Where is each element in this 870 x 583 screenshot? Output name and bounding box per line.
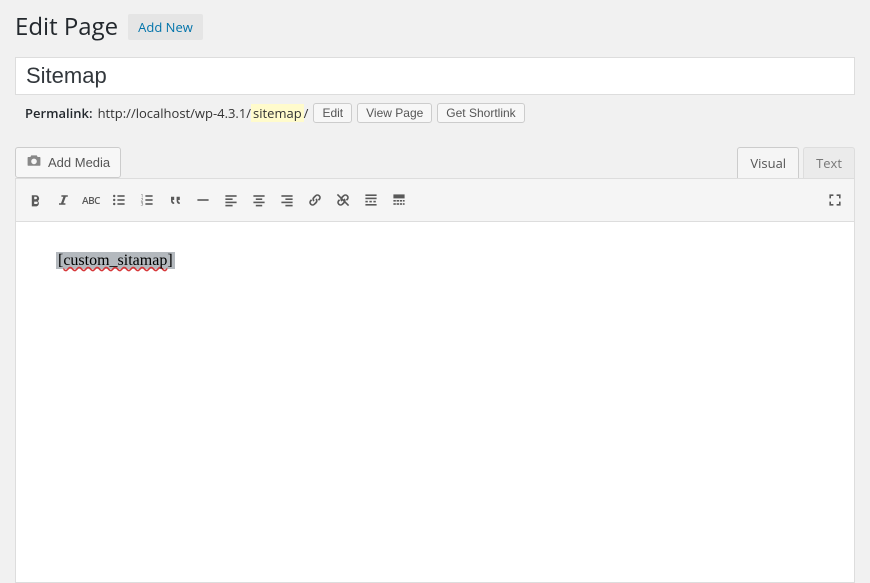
camera-music-icon xyxy=(26,153,42,172)
align-left-icon[interactable] xyxy=(218,187,244,213)
tab-visual[interactable]: Visual xyxy=(737,147,799,178)
permalink-label: Permalink: xyxy=(25,104,93,122)
link-icon[interactable] xyxy=(302,187,328,213)
strikethrough-icon[interactable]: ABC xyxy=(78,187,104,213)
get-shortlink-button[interactable]: Get Shortlink xyxy=(437,103,524,123)
horizontal-rule-icon[interactable] xyxy=(190,187,216,213)
add-media-button[interactable]: Add Media xyxy=(15,147,121,178)
editor-toolbar: ABC 123 xyxy=(15,178,855,222)
align-right-icon[interactable] xyxy=(274,187,300,213)
unlink-icon[interactable] xyxy=(330,187,356,213)
bold-icon[interactable] xyxy=(22,187,48,213)
bulleted-list-icon[interactable] xyxy=(106,187,132,213)
toolbar-toggle-icon[interactable] xyxy=(386,187,412,213)
blockquote-icon[interactable] xyxy=(162,187,188,213)
page-heading: Edit Page Add New xyxy=(15,10,855,43)
align-center-icon[interactable] xyxy=(246,187,272,213)
permalink-slug: sitemap xyxy=(251,104,304,122)
numbered-list-icon[interactable]: 123 xyxy=(134,187,160,213)
svg-text:3: 3 xyxy=(141,202,144,208)
add-new-button[interactable]: Add New xyxy=(128,14,203,40)
editor-tabs: Visual Text xyxy=(737,147,855,178)
fullscreen-icon[interactable] xyxy=(822,187,848,213)
italic-icon[interactable] xyxy=(50,187,76,213)
read-more-icon[interactable] xyxy=(358,187,384,213)
editor-content[interactable]: [custom_sitamap] xyxy=(15,222,855,583)
add-media-label: Add Media xyxy=(48,155,110,170)
post-title-input[interactable] xyxy=(15,57,855,95)
shortcode-text: [custom_sitamap] xyxy=(56,252,175,269)
permalink-url: http://localhost/wp-4.3.1/sitemap/ xyxy=(98,104,309,122)
page-title: Edit Page xyxy=(15,10,118,43)
tab-text[interactable]: Text xyxy=(803,147,855,178)
view-page-button[interactable]: View Page xyxy=(357,103,432,123)
edit-permalink-button[interactable]: Edit xyxy=(313,103,352,123)
permalink-row: Permalink: http://localhost/wp-4.3.1/sit… xyxy=(15,103,855,123)
